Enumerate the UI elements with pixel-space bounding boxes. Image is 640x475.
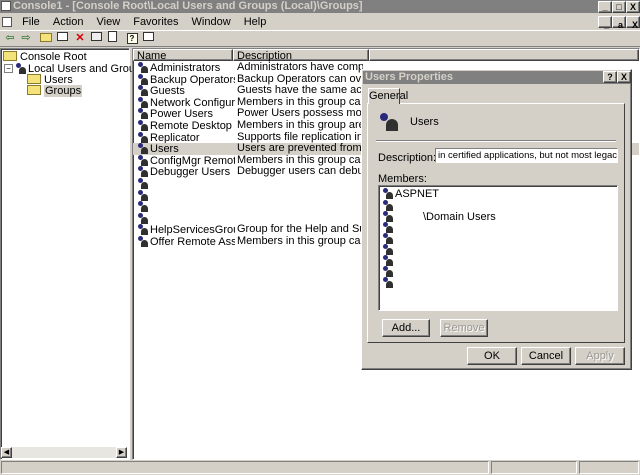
apply-button[interactable]: Apply xyxy=(575,347,625,365)
separator xyxy=(376,140,616,142)
delete-icon[interactable]: ✕ xyxy=(72,31,88,45)
users-groups-icon xyxy=(15,63,26,74)
cancel-button[interactable]: Cancel xyxy=(521,347,571,365)
remove-button[interactable]: Remove xyxy=(440,319,488,337)
menu-action[interactable]: Action xyxy=(48,14,89,30)
properties-icon[interactable] xyxy=(88,31,104,45)
dialog-close-button[interactable]: X xyxy=(617,71,631,83)
group-icon xyxy=(137,62,148,73)
description-label: Description: xyxy=(378,152,437,164)
menu-favorites[interactable]: Favorites xyxy=(128,14,183,30)
group-icon xyxy=(382,211,393,222)
user-icon xyxy=(382,266,393,277)
folder-icon xyxy=(3,51,17,61)
ok-button[interactable]: OK xyxy=(467,347,517,365)
export-icon[interactable] xyxy=(104,31,120,45)
menu-view[interactable]: View xyxy=(92,14,126,30)
user-icon xyxy=(382,200,393,211)
menu-file[interactable]: File xyxy=(17,14,45,30)
inner-restore-button[interactable]: a xyxy=(612,16,626,30)
column-header-empty xyxy=(369,49,639,61)
user-icon xyxy=(382,277,393,288)
inner-close-button[interactable]: X xyxy=(626,16,640,30)
show-hide-tree-icon[interactable] xyxy=(54,31,70,45)
console-icon[interactable] xyxy=(140,31,156,45)
column-header-name[interactable]: Name xyxy=(133,49,233,62)
window-title: Console1 - [Console Root\Local Users and… xyxy=(13,0,363,12)
user-icon xyxy=(382,233,393,244)
members-label: Members: xyxy=(378,173,427,185)
close-button[interactable]: X xyxy=(626,1,640,13)
member-item[interactable]: \Domain Users xyxy=(382,211,496,223)
group-icon xyxy=(137,166,148,178)
menu-help[interactable]: Help xyxy=(239,14,272,30)
dialog-title-bar: Users Properties ? X xyxy=(363,71,631,84)
app-title-bar: Console1 - [Console Root\Local Users and… xyxy=(0,0,640,13)
column-header-description[interactable]: Description xyxy=(233,49,369,62)
status-bar xyxy=(0,460,640,475)
group-large-icon xyxy=(378,112,398,132)
add-button[interactable]: Add... xyxy=(382,319,430,337)
console-menu-icon[interactable] xyxy=(2,17,12,27)
open-folder-icon xyxy=(27,85,41,95)
user-icon xyxy=(382,244,393,255)
up-folder-icon[interactable] xyxy=(38,31,54,45)
group-icon xyxy=(137,224,148,236)
user-icon xyxy=(382,188,393,199)
list-header: Name Description xyxy=(133,49,639,62)
group-icon xyxy=(137,143,148,155)
group-icon xyxy=(137,120,148,131)
status-pane-2 xyxy=(491,461,577,474)
group-icon xyxy=(137,108,148,120)
group-icon xyxy=(137,201,148,213)
tree-expand-icon[interactable]: − xyxy=(4,64,13,73)
group-icon xyxy=(137,131,148,143)
group-icon xyxy=(137,154,148,166)
mmc-app-icon xyxy=(1,1,11,11)
user-icon xyxy=(382,222,393,233)
forward-icon[interactable]: ⇨ xyxy=(18,31,34,45)
member-item[interactable] xyxy=(382,277,395,289)
status-pane-3 xyxy=(579,461,639,474)
group-icon xyxy=(137,85,148,97)
user-icon xyxy=(382,255,393,266)
dialog-help-button[interactable]: ? xyxy=(603,71,617,83)
description-field[interactable]: in certified applications, but not most … xyxy=(435,148,618,163)
member-item[interactable]: ASPNET xyxy=(382,188,439,200)
tree-horizontal-scrollbar[interactable]: ◀ ▶ xyxy=(1,447,127,458)
tab-general[interactable]: General xyxy=(368,88,408,104)
group-name: Users xyxy=(410,116,439,128)
group-icon xyxy=(137,236,148,247)
help-icon[interactable]: ? xyxy=(124,31,140,45)
inner-minimize-button[interactable]: _ xyxy=(598,16,612,30)
back-icon[interactable]: ⇦ xyxy=(2,31,18,45)
dialog-title: Users Properties xyxy=(365,71,454,83)
maximize-button[interactable]: □ xyxy=(612,1,626,13)
group-icon xyxy=(137,96,148,108)
tree-pane[interactable]: Console Root − Local Users and Groups (L… xyxy=(0,48,183,460)
group-icon xyxy=(137,189,148,201)
status-pane-main xyxy=(1,461,489,474)
menu-window[interactable]: Window xyxy=(187,14,236,30)
group-icon xyxy=(137,178,148,189)
tab-page: Users Description: in certified applicat… xyxy=(367,103,625,343)
group-icon xyxy=(137,73,148,85)
members-list[interactable]: ASPNET \Domain Users xyxy=(378,185,618,311)
menu-bar: File Action View Favorites Window Help _… xyxy=(0,14,640,30)
group-icon xyxy=(137,212,148,224)
scroll-right-button[interactable]: ▶ xyxy=(116,447,127,458)
scroll-left-button[interactable]: ◀ xyxy=(1,447,12,458)
tree-item-groups[interactable]: Groups xyxy=(27,84,83,98)
minimize-button[interactable]: _ xyxy=(598,1,612,13)
folder-icon xyxy=(27,74,41,84)
users-properties-dialog: Users Properties ? X General Users Descr… xyxy=(361,69,632,370)
